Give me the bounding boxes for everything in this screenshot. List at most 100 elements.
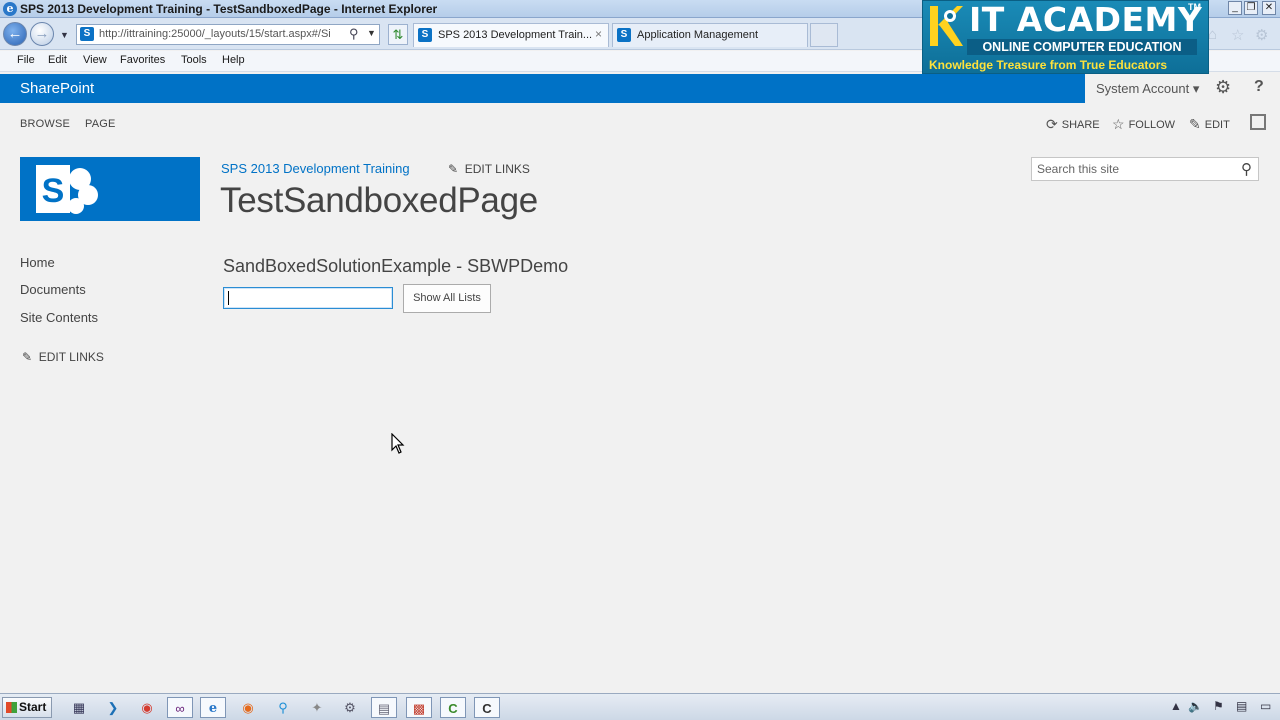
banner-trademark: TM — [1188, 2, 1201, 12]
tab-application-management[interactable]: S Application Management — [612, 23, 808, 47]
history-dropdown-icon[interactable]: ▼ — [60, 30, 69, 40]
menu-file[interactable]: File — [17, 54, 35, 66]
server-manager-icon[interactable]: ▦ — [66, 697, 92, 718]
network-icon[interactable]: ⚙ — [337, 697, 363, 718]
sharepoint-favicon-icon: S — [80, 27, 94, 41]
edit-links-top[interactable]: ✎ EDIT LINKS — [448, 162, 530, 176]
volume-icon[interactable]: 🔈 — [1188, 699, 1203, 713]
it-academy-banner: IT ACADEMY TM ONLINE COMPUTER EDUCATION … — [922, 0, 1209, 74]
recorder-icon[interactable]: C — [474, 697, 500, 718]
window-title: SPS 2013 Development Training - TestSand… — [20, 2, 438, 16]
user-area: System Account ▾ ⚙ ? — [1085, 74, 1280, 103]
windows-logo-icon — [6, 702, 17, 713]
share-label: SHARE — [1061, 119, 1100, 131]
search-input[interactable] — [1037, 161, 1233, 177]
address-bar[interactable]: S http://ittraining:25000/_layouts/15/st… — [76, 24, 380, 45]
page-title: TestSandboxedPage — [220, 181, 538, 220]
visual-studio-icon[interactable]: ∞ — [167, 697, 193, 718]
account-menu[interactable]: System Account ▾ — [1096, 81, 1199, 97]
new-tab-button[interactable] — [810, 23, 838, 47]
action-center-flag-icon[interactable]: ⚑ — [1213, 699, 1224, 713]
sharepoint-favicon-icon: S — [617, 28, 631, 42]
tools-icon[interactable]: ✦ — [304, 697, 330, 718]
follow-label: FOLLOW — [1128, 119, 1176, 131]
show-all-lists-button[interactable]: Show All Lists — [403, 284, 491, 313]
site-search: ⚲ — [1031, 157, 1259, 181]
tab-browse[interactable]: BROWSE — [20, 118, 70, 130]
sharepoint-favicon-icon: S — [418, 28, 432, 42]
menu-favorites[interactable]: Favorites — [120, 54, 165, 66]
share-button[interactable]: ⟳ SHARE — [1046, 116, 1100, 133]
edit-button[interactable]: ✎ EDIT — [1189, 116, 1230, 133]
search-icon[interactable]: ⚲ — [1241, 160, 1252, 178]
star-icon: ☆ — [1112, 116, 1125, 132]
start-label: Start — [19, 700, 47, 714]
edit-links-quicklaunch[interactable]: ✎ EDIT LINKS — [22, 350, 104, 364]
text-caret — [228, 291, 229, 305]
banner-tagline: Knowledge Treasure from True Educators — [929, 58, 1168, 72]
nav-item-site-contents[interactable]: Site Contents — [20, 310, 98, 325]
network-tray-icon[interactable]: ▤ — [1236, 699, 1247, 713]
banner-subtitle: ONLINE COMPUTER EDUCATION — [967, 39, 1197, 55]
share-icon: ⟳ — [1046, 116, 1058, 132]
suite-bar: SharePoint System Account ▾ ⚙ ? — [0, 74, 1280, 103]
pencil-icon: ✎ — [1189, 116, 1201, 132]
close-window-button[interactable]: ✕ — [1262, 1, 1276, 15]
windows-taskbar: Start ▦ ❯ ◉ ∞ e ◉ ⚲ ✦ ⚙ ▤ ▩ C C ▲ 🔈 ⚑ ▤ … — [0, 693, 1280, 720]
site-logo[interactable]: S — [20, 157, 200, 221]
webpart-title: SandBoxedSolutionExample - SBWPDemo — [223, 256, 569, 276]
tab-label: Application Management — [637, 29, 759, 41]
menu-tools[interactable]: Tools — [181, 54, 207, 66]
help-icon[interactable]: ? — [1254, 78, 1264, 96]
pencil-icon: ✎ — [448, 162, 459, 176]
toolbox-icon[interactable]: ▩ — [406, 697, 432, 718]
menu-edit[interactable]: Edit — [48, 54, 67, 66]
settings-gear-icon[interactable]: ⚙ — [1215, 77, 1231, 98]
tab-close-button[interactable]: × — [595, 27, 602, 41]
internet-explorer-icon[interactable]: e — [200, 697, 226, 718]
follow-button[interactable]: ☆ FOLLOW — [1112, 116, 1175, 133]
firefox-icon[interactable]: ◉ — [235, 697, 261, 718]
powershell-icon[interactable]: ❯ — [100, 697, 126, 718]
menu-view[interactable]: View — [83, 54, 107, 66]
tools-gear-icon[interactable]: ⚙ — [1255, 26, 1268, 44]
tab-sps-training[interactable]: S SPS 2013 Development Train... × — [413, 23, 609, 47]
site-name-link[interactable]: SPS 2013 Development Training — [221, 161, 410, 176]
site-logo-letter: S — [42, 172, 65, 210]
minimize-button[interactable]: _ — [1228, 1, 1242, 15]
menu-help[interactable]: Help — [222, 54, 245, 66]
banner-title: IT ACADEMY — [969, 0, 1203, 39]
forward-button[interactable]: → — [30, 22, 54, 46]
ie-logo-icon: e — [3, 2, 17, 16]
search-tool-icon[interactable]: ⚲ — [270, 697, 296, 718]
it-academy-logo-icon — [930, 6, 963, 46]
tab-page[interactable]: PAGE — [85, 118, 116, 130]
pencil-icon: ✎ — [22, 350, 33, 364]
compatibility-refresh-button[interactable]: ⇅ — [388, 24, 408, 45]
webpart-text-input[interactable] — [223, 287, 393, 309]
address-url[interactable]: http://ittraining:25000/_layouts/15/star… — [99, 28, 347, 40]
edit-links-label: EDIT LINKS — [464, 162, 530, 176]
show-desktop-icon[interactable]: ▭ — [1260, 699, 1271, 713]
camtasia-icon[interactable]: C — [440, 697, 466, 718]
notepad-icon[interactable]: ▤ — [371, 697, 397, 718]
maximize-button[interactable]: ❐ — [1244, 1, 1258, 15]
back-button[interactable]: ← — [3, 22, 27, 46]
mouse-cursor-icon — [391, 433, 405, 454]
home-icon[interactable]: ⌂ — [1208, 26, 1217, 43]
nav-item-home[interactable]: Home — [20, 255, 55, 270]
focus-on-content-icon[interactable] — [1250, 114, 1266, 130]
chrome-icon[interactable]: ◉ — [134, 697, 160, 718]
favorites-star-icon[interactable]: ☆ — [1231, 26, 1244, 44]
address-dropdown-icon[interactable]: ▼ — [367, 28, 376, 38]
sharepoint-logo-icon: S — [36, 165, 98, 214]
nav-item-documents[interactable]: Documents — [20, 282, 86, 297]
tray-expand-icon[interactable]: ▲ — [1170, 699, 1182, 713]
start-button[interactable]: Start — [2, 697, 52, 718]
sharepoint-brand-link[interactable]: SharePoint — [20, 80, 94, 97]
ribbon-bar: BROWSE PAGE ⟳ SHARE ☆ FOLLOW ✎ EDIT — [0, 103, 1280, 140]
edit-links-label: EDIT LINKS — [38, 350, 104, 364]
tab-label: SPS 2013 Development Train... — [438, 29, 593, 41]
edit-label: EDIT — [1204, 119, 1230, 131]
address-search-icon[interactable]: ⚲ — [349, 26, 359, 42]
